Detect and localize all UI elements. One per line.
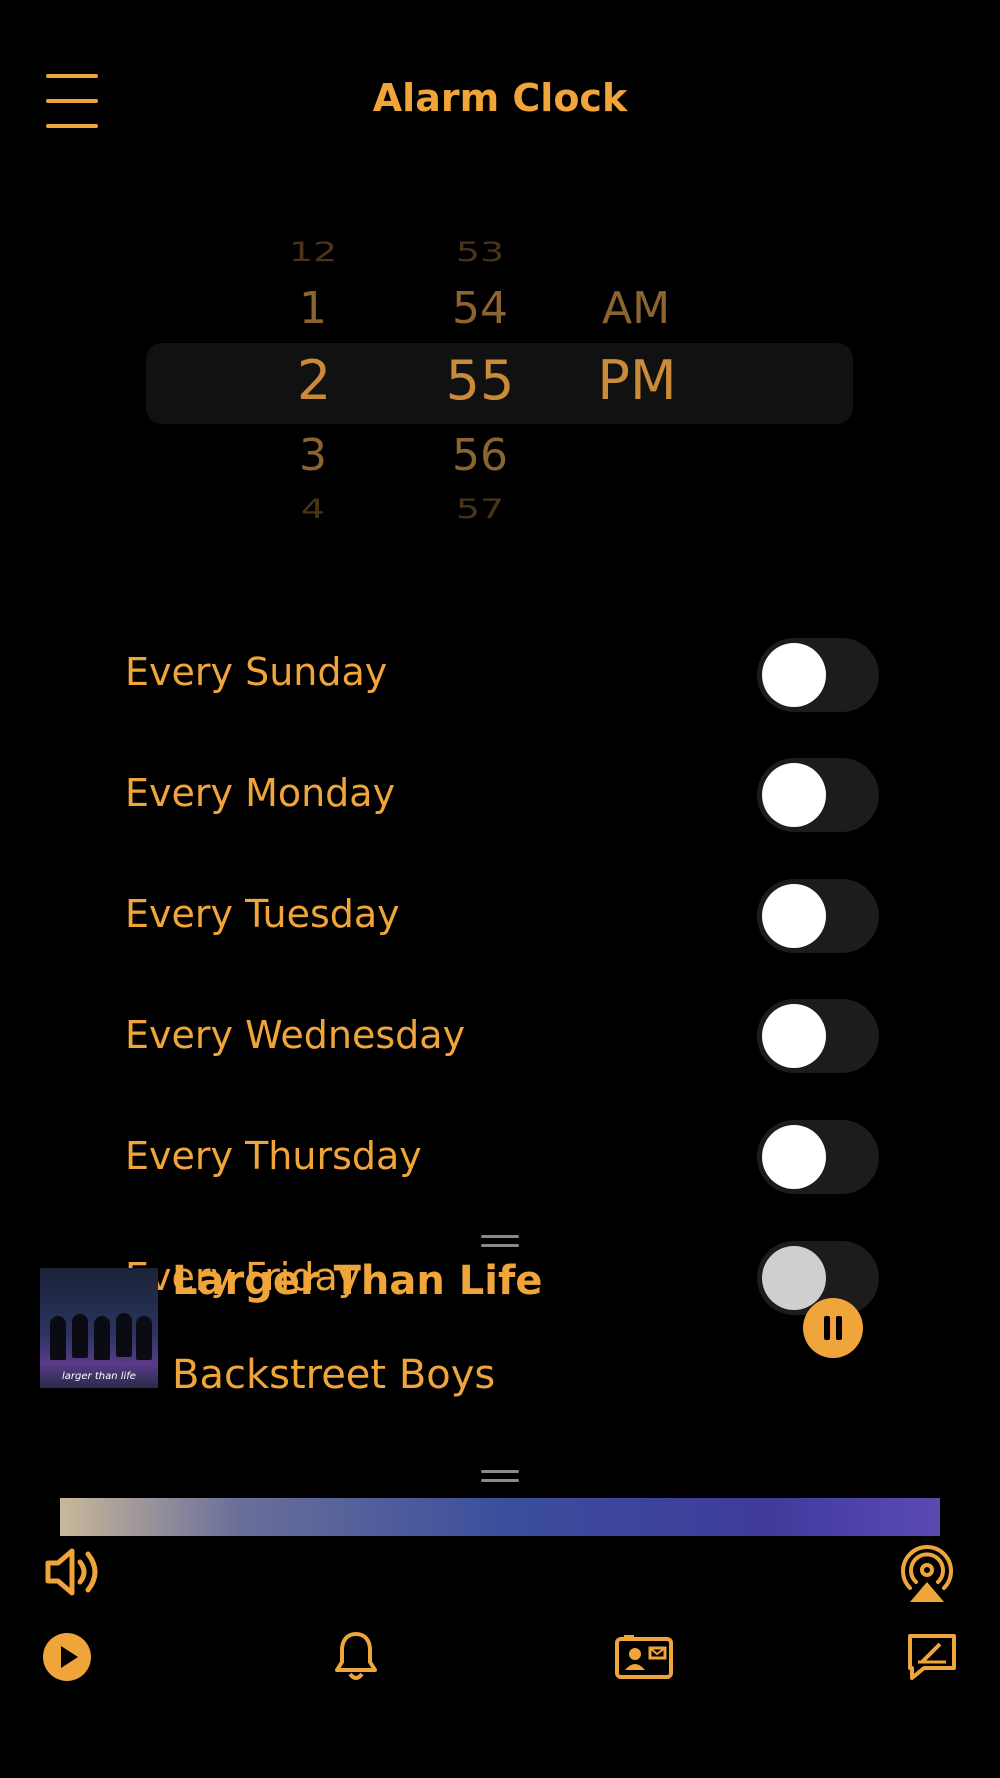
album-caption: larger than life	[62, 1371, 136, 1382]
time-picker[interactable]: 12 1 2 3 4 53 54 55 56 57 AM PM	[146, 225, 853, 530]
minute-option[interactable]: 56	[440, 430, 520, 481]
drag-handle-icon[interactable]	[481, 1235, 519, 1247]
hour-option[interactable]: 3	[283, 430, 343, 481]
play-icon[interactable]	[42, 1632, 92, 1682]
minute-option[interactable]: 57	[440, 494, 520, 525]
contact-card-icon[interactable]	[614, 1634, 674, 1680]
repeat-label-thursday: Every Thursday	[125, 1134, 422, 1178]
hour-option[interactable]: 1	[283, 283, 343, 334]
now-playing-title: Larger Than Life	[172, 1258, 543, 1304]
hour-option[interactable]: 12	[283, 237, 343, 268]
period-selected[interactable]: PM	[582, 349, 692, 412]
repeat-label-monday: Every Monday	[125, 771, 396, 815]
album-art: larger than life	[40, 1268, 158, 1388]
toggle-wednesday[interactable]	[757, 999, 879, 1073]
repeat-label-wednesday: Every Wednesday	[125, 1013, 466, 1057]
repeat-label-tuesday: Every Tuesday	[125, 892, 400, 936]
hour-selected[interactable]: 2	[279, 349, 349, 412]
toggle-knob	[762, 1125, 826, 1189]
toggle-knob	[762, 763, 826, 827]
pause-icon[interactable]	[803, 1298, 863, 1358]
minute-selected[interactable]: 55	[432, 349, 528, 412]
toggle-knob	[762, 1004, 826, 1068]
bell-icon[interactable]	[334, 1630, 378, 1682]
toggle-knob	[762, 884, 826, 948]
toggle-tuesday[interactable]	[757, 879, 879, 953]
repeat-label-sunday: Every Sunday	[125, 650, 388, 694]
hour-option[interactable]: 4	[283, 494, 343, 525]
volume-icon[interactable]	[44, 1546, 104, 1598]
minute-option[interactable]: 53	[440, 237, 520, 268]
toggle-knob	[762, 643, 826, 707]
now-playing-artist: Backstreet Boys	[172, 1352, 496, 1398]
toggle-knob	[762, 1246, 826, 1310]
drag-handle-icon[interactable]	[481, 1470, 519, 1482]
toggle-sunday[interactable]	[757, 638, 879, 712]
period-option[interactable]: AM	[586, 283, 686, 334]
toggle-monday[interactable]	[757, 758, 879, 832]
compose-icon[interactable]	[906, 1632, 958, 1680]
toggle-thursday[interactable]	[757, 1120, 879, 1194]
page-title: Alarm Clock	[372, 76, 628, 120]
airplay-icon[interactable]	[896, 1544, 958, 1604]
minute-option[interactable]: 54	[440, 283, 520, 334]
large-album-art	[60, 1498, 940, 1536]
